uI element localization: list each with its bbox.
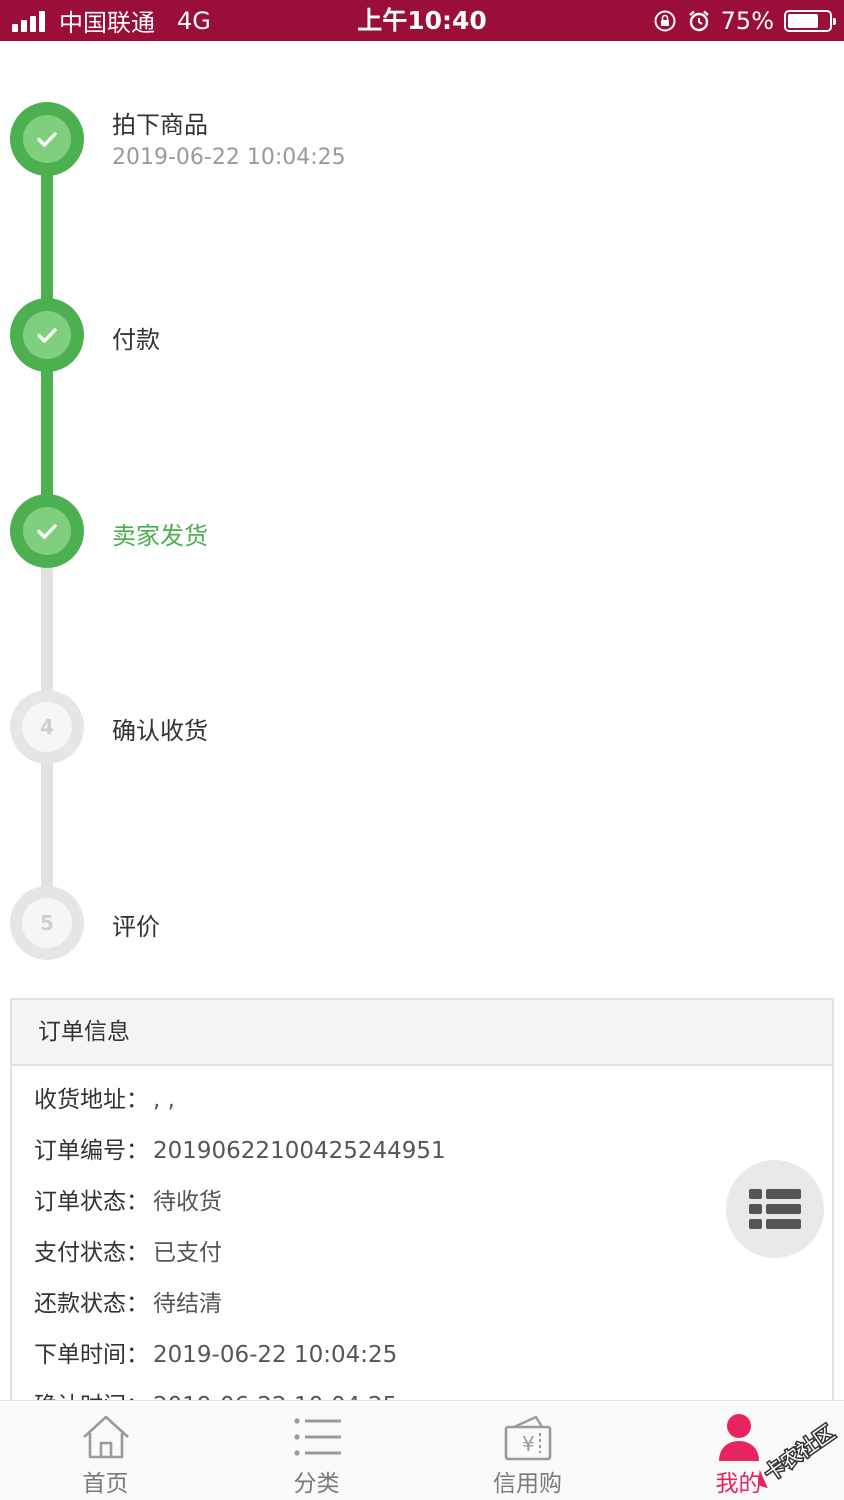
timeline-connector: [41, 367, 53, 497]
category-list-icon: [293, 1418, 341, 1456]
step-5-number: 5: [22, 898, 72, 948]
bottom-tab-bar: 首页 分类 ¥ 信用购 我的: [0, 1400, 844, 1500]
order-info-panel: 订单信息 收货地址： , , 订单编号： 2019062210042524495…: [10, 998, 834, 1419]
tab-category[interactable]: 分类: [211, 1401, 422, 1500]
battery-percent: 75%: [720, 6, 774, 35]
info-value: 待收货: [153, 1189, 222, 1215]
tab-label: 信用购: [493, 1471, 562, 1497]
info-label: 还款状态：: [34, 1291, 149, 1317]
tab-home[interactable]: 首页: [0, 1401, 211, 1500]
info-row-repayment-status: 还款状态： 待结清: [34, 1286, 832, 1337]
step-1-title: 拍下商品: [112, 111, 208, 139]
order-info-heading: 订单信息: [12, 1000, 832, 1066]
info-row-address: 收货地址： , ,: [34, 1082, 832, 1133]
tab-label: 分类: [293, 1471, 340, 1497]
floating-menu-button[interactable]: [726, 1160, 824, 1258]
check-icon: [37, 328, 57, 343]
info-value: 2019-06-22 10:04:25: [153, 1342, 398, 1368]
step-5-pending-node: 5: [10, 886, 84, 960]
info-row-order-number: 订单编号： 20190622100425244951: [34, 1133, 832, 1184]
kanong-watermark: 卡农社区: [758, 1419, 840, 1489]
step-4-pending-node: 4: [10, 690, 84, 764]
tab-label: 首页: [82, 1471, 129, 1497]
svg-text:¥: ¥: [522, 1432, 535, 1456]
info-label: 订单编号：: [34, 1138, 149, 1164]
battery-icon: [784, 9, 836, 32]
step-3-done-node: [10, 494, 84, 568]
timeline-connector: [41, 171, 53, 301]
status-bar: 中国联通 4G 上午10:40 75%: [0, 0, 844, 41]
battery-fill: [788, 13, 818, 28]
alarm-icon: [688, 10, 709, 31]
info-row-order-status: 订单状态： 待收货: [34, 1184, 832, 1235]
info-label: 支付状态：: [34, 1240, 149, 1266]
info-row-order-time: 下单时间： 2019-06-22 10:04:25: [34, 1337, 832, 1388]
step-4-title: 确认收货: [112, 717, 208, 745]
home-icon: [82, 1415, 129, 1459]
check-icon: [37, 132, 57, 147]
info-label: 收货地址：: [34, 1087, 149, 1113]
timeline-connector: [41, 759, 53, 889]
step-1-date: 2019-06-22 10:04:25: [112, 145, 346, 170]
order-progress-timeline: 拍下商品 2019-06-22 10:04:25 付款 卖家发货 4 确认收货 …: [0, 41, 844, 991]
info-value: , ,: [153, 1087, 175, 1113]
rotation-lock-icon: [654, 10, 676, 31]
watermark-text: 卡农社区: [760, 1420, 839, 1486]
step-2-title: 付款: [112, 326, 160, 354]
info-label: 下单时间：: [34, 1342, 149, 1368]
credit-shop-icon: ¥: [504, 1415, 551, 1461]
list-menu-icon: [749, 1189, 801, 1229]
step-2-done-node: [10, 298, 84, 372]
info-value: 20190622100425244951: [153, 1138, 446, 1164]
step-5-title: 评价: [112, 913, 160, 941]
check-icon: [37, 524, 57, 539]
timeline-connector: [41, 563, 53, 693]
step-3-title: 卖家发货: [112, 522, 208, 550]
tab-credit-shop[interactable]: ¥ 信用购: [422, 1401, 633, 1500]
info-row-payment-status: 支付状态： 已支付: [34, 1235, 832, 1286]
step-1-done-node: [10, 102, 84, 176]
info-value: 待结清: [153, 1291, 222, 1317]
step-4-number: 4: [22, 702, 72, 752]
info-value: 已支付: [153, 1240, 222, 1266]
info-label: 订单状态：: [34, 1189, 149, 1215]
